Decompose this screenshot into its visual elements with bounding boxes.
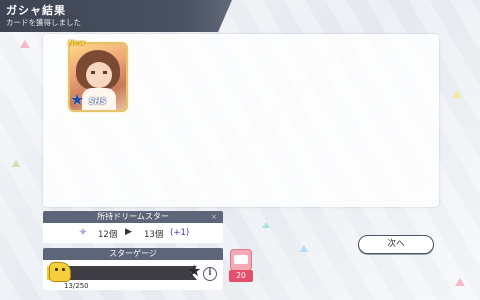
bg-triangle-blue (300, 245, 308, 252)
new-badge: New (68, 39, 86, 47)
bg-triangle-cyan (262, 222, 270, 228)
dream-star-before: 12個 (98, 230, 118, 240)
arrow-right-icon: ▶ (125, 227, 132, 237)
star-icon: ★ (70, 90, 85, 109)
mascot-icon (50, 263, 70, 281)
page-subtitle: カードを獲得しました (6, 18, 81, 27)
bg-triangle-pink-2 (455, 278, 465, 286)
header-bar: ガシャ結果 カードを獲得しました (0, 0, 232, 32)
rarity-label: SHS (89, 97, 107, 106)
star-gauge-value: 13/250 (64, 282, 89, 290)
card-art-eyes (91, 71, 107, 74)
close-icon[interactable]: × (211, 212, 217, 222)
dream-star-icon: ✦ (78, 225, 89, 239)
star-gauge-header: スターゲージ (43, 248, 223, 260)
bg-triangle-pink (20, 40, 30, 48)
gauge-end-star-icon: ★ (187, 261, 202, 280)
card-art-face (86, 62, 112, 88)
page-title: ガシャ結果 (6, 4, 66, 17)
dream-star-panel (43, 223, 223, 243)
dream-star-after: 13個 (144, 230, 164, 240)
dream-star-header: 所持ドリームスター (43, 211, 223, 223)
next-button[interactable]: 次へ (358, 235, 434, 254)
ticket-count-badge: 20 (229, 270, 253, 282)
dream-star-title: 所持ドリームスター (97, 212, 169, 221)
bg-triangle-green (12, 160, 20, 167)
star-gauge-title: スターゲージ (109, 249, 157, 258)
bg-triangle-yellow (452, 90, 462, 98)
dream-star-delta: (+1) (170, 228, 190, 238)
ticket-icon (231, 250, 251, 270)
info-button[interactable]: i (203, 267, 217, 281)
